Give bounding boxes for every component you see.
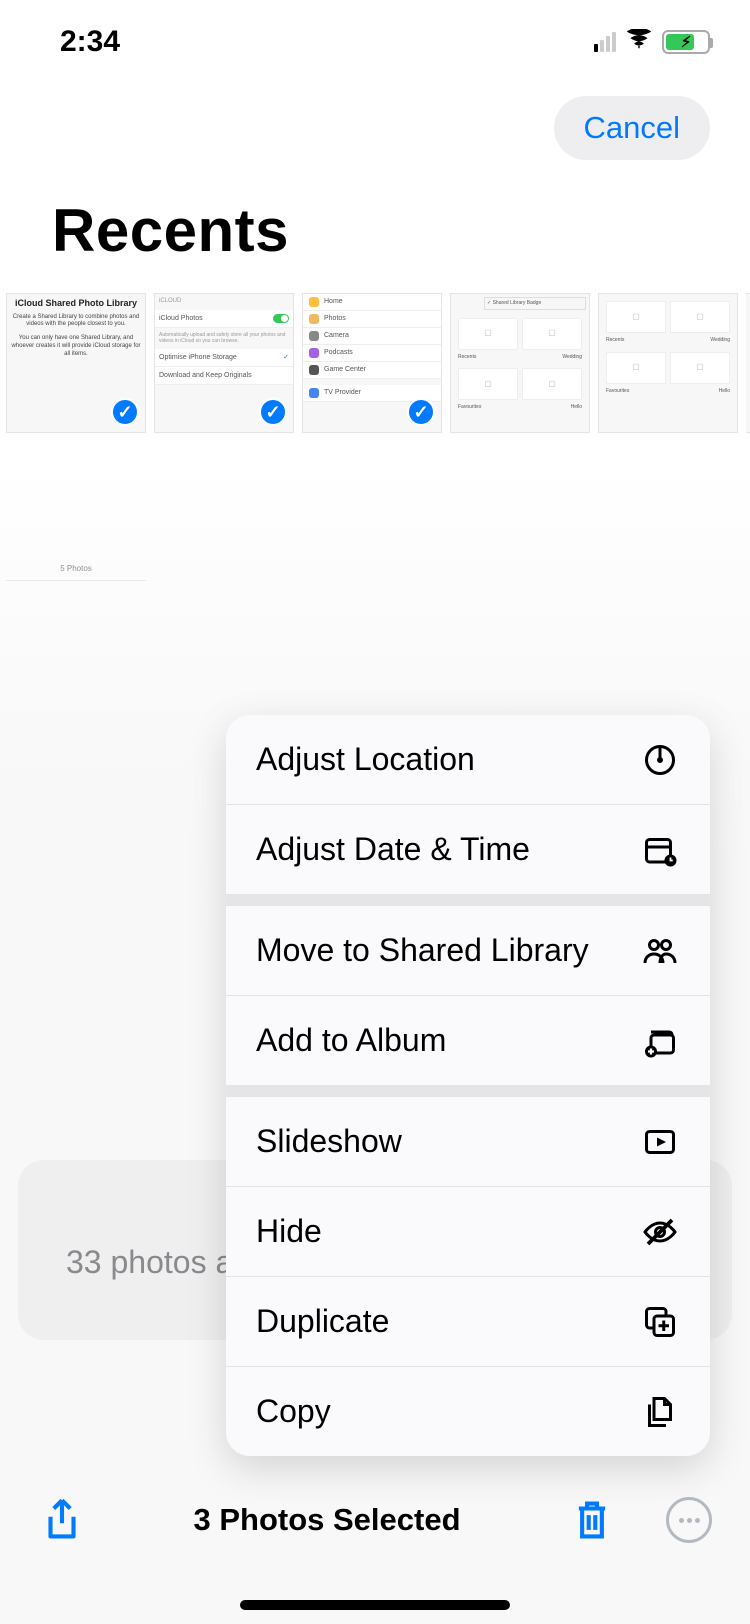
header: Cancel: [0, 66, 750, 180]
menu-hide[interactable]: Hide: [226, 1186, 710, 1276]
menu-copy[interactable]: Copy: [226, 1366, 710, 1456]
photo-thumbnail[interactable]: ▢▢ RecentsWedding ▢▢ FavouritesHello: [598, 293, 738, 433]
bottom-toolbar: 3 Photos Selected: [0, 1476, 750, 1564]
thumb-text: Favourites: [606, 388, 629, 395]
thumb-text: Recents: [606, 337, 624, 344]
menu-duplicate[interactable]: Duplicate: [226, 1276, 710, 1366]
status-icons: ⚡︎: [594, 25, 710, 59]
menu-label: Hide: [256, 1213, 322, 1250]
context-menu: Adjust Location Adjust Date & Time Move …: [226, 715, 710, 1456]
thumb-text: Home: [324, 297, 343, 306]
thumb-text: TV Provider: [324, 388, 361, 397]
photo-thumbnail[interactable]: Home Photos Camera Podcasts Game Center …: [302, 293, 442, 433]
thumb-text: You can only have one Shared Library, an…: [11, 335, 141, 358]
thumb-text: 5 Photos: [60, 564, 92, 573]
menu-adjust-location[interactable]: Adjust Location: [226, 715, 710, 804]
menu-move-to-shared-library[interactable]: Move to Shared Library: [226, 906, 710, 995]
play-rect-icon: [640, 1124, 680, 1160]
wifi-icon: [624, 25, 654, 59]
thumb-text: Hello: [719, 388, 730, 395]
menu-label: Move to Shared Library: [256, 932, 589, 969]
cancel-button[interactable]: Cancel: [554, 96, 711, 160]
menu-label: Add to Album: [256, 1022, 446, 1059]
thumb-text: Shared Library Badge: [493, 300, 542, 306]
thumb-text: Photos: [324, 314, 346, 323]
menu-add-to-album[interactable]: Add to Album: [226, 995, 710, 1085]
thumb-text: Download and Keep Originals: [159, 371, 252, 380]
thumb-text: Podcasts: [324, 348, 353, 357]
status-bar: 2:34 ⚡︎: [0, 0, 750, 66]
menu-label: Adjust Date & Time: [256, 831, 530, 868]
thumb-text: Create a Shared Library to combine photo…: [11, 314, 141, 330]
menu-adjust-date-time[interactable]: Adjust Date & Time: [226, 804, 710, 894]
status-time: 2:34: [60, 25, 120, 59]
selection-count-label: 3 Photos Selected: [193, 1502, 460, 1538]
thumb-text: Recents: [458, 354, 476, 361]
copy-docs-icon: [640, 1394, 680, 1430]
cellular-icon: [594, 32, 616, 52]
battery-icon: ⚡︎: [662, 30, 710, 54]
selection-checkmark-icon: ✓: [407, 398, 435, 426]
photo-thumbnail[interactable]: [746, 293, 750, 433]
thumb-text: Camera: [324, 331, 349, 340]
location-pin-icon: [640, 742, 680, 778]
menu-label: Adjust Location: [256, 741, 475, 778]
thumb-text: iCloud Photos: [159, 314, 203, 323]
photo-grid: iCloud Shared Photo Library Create a Sha…: [0, 293, 750, 433]
more-button[interactable]: [666, 1497, 712, 1543]
page-title: Recents: [0, 180, 750, 293]
calendar-icon: [640, 832, 680, 868]
menu-label: Duplicate: [256, 1303, 389, 1340]
duplicate-icon: [640, 1304, 680, 1340]
selection-checkmark-icon: ✓: [111, 398, 139, 426]
thumb-text: Optimise iPhone Storage: [159, 353, 237, 362]
thumb-text: Favourites: [458, 404, 481, 411]
menu-label: Copy: [256, 1393, 331, 1430]
photo-thumbnail[interactable]: ✓ Shared Library Badge ▢▢ RecentsWedding…: [450, 293, 590, 433]
people-icon: [640, 933, 680, 969]
home-indicator[interactable]: [240, 1600, 510, 1610]
album-plus-icon: [640, 1023, 680, 1059]
thumb-text: Wedding: [562, 354, 582, 361]
thumb-text: Wedding: [710, 337, 730, 344]
photo-thumbnail[interactable]: iCloud Shared Photo Library Create a Sha…: [6, 293, 146, 433]
selection-checkmark-icon: ✓: [259, 398, 287, 426]
photo-thumbnail[interactable]: 5 Photos: [6, 441, 146, 581]
thumb-text: iCloud Shared Photo Library: [11, 298, 141, 310]
photo-thumbnail[interactable]: iCLOUD iCloud Photos Automatically uploa…: [154, 293, 294, 433]
delete-button[interactable]: [568, 1496, 616, 1544]
eye-slash-icon: [640, 1214, 680, 1250]
menu-label: Slideshow: [256, 1123, 402, 1160]
thumb-text: Game Center: [324, 365, 366, 374]
menu-slideshow[interactable]: Slideshow: [226, 1097, 710, 1186]
thumb-text: Hello: [571, 404, 582, 411]
share-button[interactable]: [38, 1496, 86, 1544]
